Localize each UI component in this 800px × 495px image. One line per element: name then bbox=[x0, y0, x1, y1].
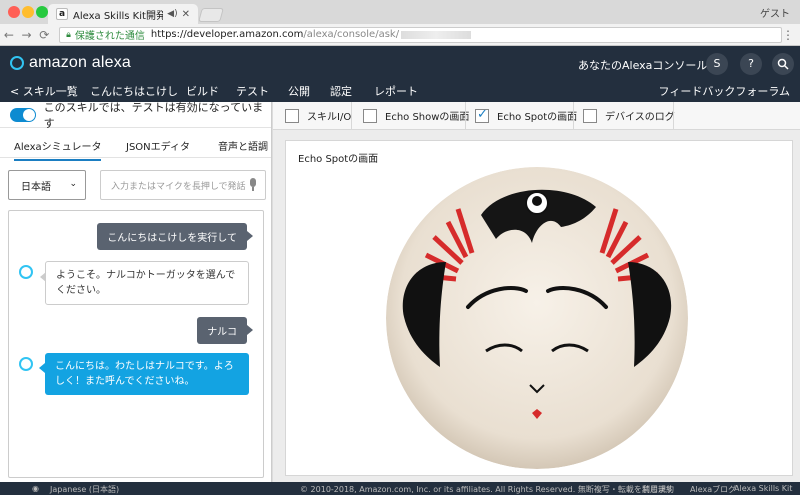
checkbox-box bbox=[285, 108, 299, 123]
checkbox-box-checked bbox=[475, 107, 489, 123]
browser-tab-bar: a Alexa Skills Kit開発者コンソール ◀) ✕ ゲスト bbox=[0, 0, 800, 24]
logo-text: amazon alexa bbox=[29, 54, 132, 71]
simulator-panel: このスキルでは、テストは有効になっています Alexaシミュレータ JSONエデ… bbox=[0, 100, 272, 482]
amazon-alexa-logo[interactable]: amazon alexa bbox=[10, 54, 131, 72]
browser-menu-icon[interactable]: ⋮ bbox=[782, 28, 794, 42]
avatar[interactable]: S bbox=[706, 53, 728, 75]
reload-icon[interactable]: ⟳ bbox=[35, 28, 53, 42]
dialog-history: こんにちはこけしを実行して ようこそ。ナルコかトーガッタを選んでください。 ナル… bbox=[8, 210, 264, 478]
back-icon[interactable]: ← bbox=[0, 28, 18, 42]
search-icon[interactable] bbox=[772, 53, 794, 75]
redacted-skill-id bbox=[401, 30, 472, 39]
language-select[interactable]: 日本語 ⌄ bbox=[8, 170, 86, 200]
nav-skill-name[interactable]: こんにちはこけし bbox=[90, 83, 178, 99]
alexa-blog-link[interactable]: Alexaブログ bbox=[690, 484, 736, 495]
minimize-window-icon[interactable] bbox=[22, 6, 34, 18]
nav-certification[interactable]: 認定 bbox=[330, 83, 352, 99]
user-message: ナルコ bbox=[197, 317, 253, 344]
device-display-panel: スキルI/O Echo Showの画面 Echo Spotの画面 デバイスのログ… bbox=[273, 102, 800, 482]
amazon-favicon-icon: a bbox=[56, 8, 68, 20]
audio-icon[interactable]: ◀) bbox=[167, 9, 177, 19]
alexa-ring-icon bbox=[10, 56, 24, 70]
chevron-down-icon: ⌄ bbox=[69, 179, 77, 189]
echo-spot-checkbox[interactable]: Echo Spotの画面 bbox=[475, 107, 578, 123]
alexa-message: こんにちは。わたしはナルコです。よろしく！また呼んでくださいね。 bbox=[39, 353, 249, 395]
checkbox-box bbox=[583, 108, 597, 123]
forward-icon[interactable]: → bbox=[18, 28, 36, 42]
browser-tab[interactable]: a Alexa Skills Kit開発者コンソール ◀) ✕ bbox=[48, 4, 198, 24]
tab-voice-and-tone[interactable]: 音声と語調 bbox=[218, 138, 268, 153]
copyright-text: © 2010-2018, Amazon.com, Inc. or its aff… bbox=[300, 485, 674, 494]
url-host: https://developer.amazon.com bbox=[150, 29, 304, 40]
user-message: こんにちはこけしを実行して bbox=[97, 223, 253, 250]
language-value: 日本語 bbox=[21, 181, 51, 193]
ask-link[interactable]: Alexa Skills Kit bbox=[734, 484, 792, 493]
alexa-ring-icon bbox=[19, 265, 33, 279]
new-tab-button[interactable] bbox=[198, 8, 224, 22]
checkbox-label: Echo Spotの画面 bbox=[497, 112, 578, 123]
testing-toggle-label: このスキルでは、テストは有効になっています bbox=[43, 100, 264, 130]
simulator-tabs: Alexaシミュレータ JSONエディタ 音声と語調 bbox=[0, 128, 271, 161]
checkbox-label: スキルI/O bbox=[307, 112, 352, 123]
echo-show-checkbox[interactable]: Echo Showの画面 bbox=[363, 108, 469, 123]
nav-publish[interactable]: 公開 bbox=[288, 83, 310, 99]
nav-skill-list[interactable]: < スキル一覧 bbox=[10, 83, 78, 99]
nav-reports[interactable]: レポート bbox=[374, 83, 418, 99]
nav-build[interactable]: ビルド bbox=[186, 83, 219, 99]
kokeshi-face-image bbox=[386, 167, 688, 469]
close-tab-icon[interactable]: ✕ bbox=[182, 9, 190, 20]
testing-toggle-row: このスキルでは、テストは有効になっています bbox=[0, 100, 271, 130]
address-bar: ← → ⟳ 🔒︎ 保護された通信 https://developer.amazo… bbox=[0, 24, 800, 46]
lock-icon: 🔒︎ bbox=[66, 29, 71, 40]
display-options: スキルI/O Echo Showの画面 Echo Spotの画面 デバイスのログ bbox=[273, 102, 800, 130]
utterance-input[interactable]: 入力またはマイクを長押しで発話 bbox=[100, 170, 266, 200]
simulator-controls: 日本語 ⌄ 入力またはマイクを長押しで発話 bbox=[8, 170, 266, 202]
terms-link[interactable]: 利用規約 bbox=[642, 484, 674, 495]
feedback-forum-link[interactable]: フィードバックフォーラム bbox=[659, 83, 790, 99]
display-title: Echo Spotの画面 bbox=[298, 154, 379, 165]
footer-language-select[interactable]: Japanese (日本語) bbox=[50, 484, 119, 495]
url-path: /alexa/console/ask/ bbox=[303, 29, 400, 40]
testing-enabled-toggle[interactable] bbox=[10, 107, 36, 122]
console-header: amazon alexa あなたのAlexaコンソール S ? < スキル一覧 … bbox=[0, 46, 800, 104]
microphone-icon[interactable] bbox=[249, 178, 257, 192]
tab-json-editor[interactable]: JSONエディタ bbox=[126, 138, 190, 153]
maximize-window-icon[interactable] bbox=[36, 6, 48, 18]
close-window-icon[interactable] bbox=[8, 6, 20, 18]
checkbox-box bbox=[363, 108, 377, 123]
skill-io-checkbox[interactable]: スキルI/O bbox=[285, 108, 351, 123]
url-input[interactable]: 🔒︎ 保護された通信 https://developer.amazon.com … bbox=[59, 26, 783, 43]
utterance-placeholder: 入力またはマイクを長押しで発話 bbox=[111, 181, 246, 192]
device-log-checkbox[interactable]: デバイスのログ bbox=[583, 108, 675, 123]
alexa-ring-icon bbox=[19, 357, 33, 371]
help-icon[interactable]: ? bbox=[740, 53, 762, 75]
console-footer: ◉ Japanese (日本語) © 2010-2018, Amazon.com… bbox=[0, 482, 800, 495]
globe-icon: ◉ bbox=[32, 484, 39, 493]
guest-profile-label[interactable]: ゲスト bbox=[760, 5, 790, 20]
echo-spot-display-card: Echo Spotの画面 bbox=[285, 140, 793, 476]
tab-alexa-simulator[interactable]: Alexaシミュレータ bbox=[14, 138, 102, 161]
checkbox-label: Echo Showの画面 bbox=[385, 112, 470, 123]
checkbox-label: デバイスのログ bbox=[605, 112, 675, 123]
secure-connection-label: 保護された通信 bbox=[74, 31, 145, 42]
echo-spot-screen bbox=[386, 167, 688, 469]
your-console-link[interactable]: あなたのAlexaコンソール bbox=[578, 57, 707, 73]
tab-title: Alexa Skills Kit開発者コンソール bbox=[73, 10, 164, 22]
alexa-message: ようこそ。ナルコかトーガッタを選んでください。 bbox=[40, 261, 249, 305]
